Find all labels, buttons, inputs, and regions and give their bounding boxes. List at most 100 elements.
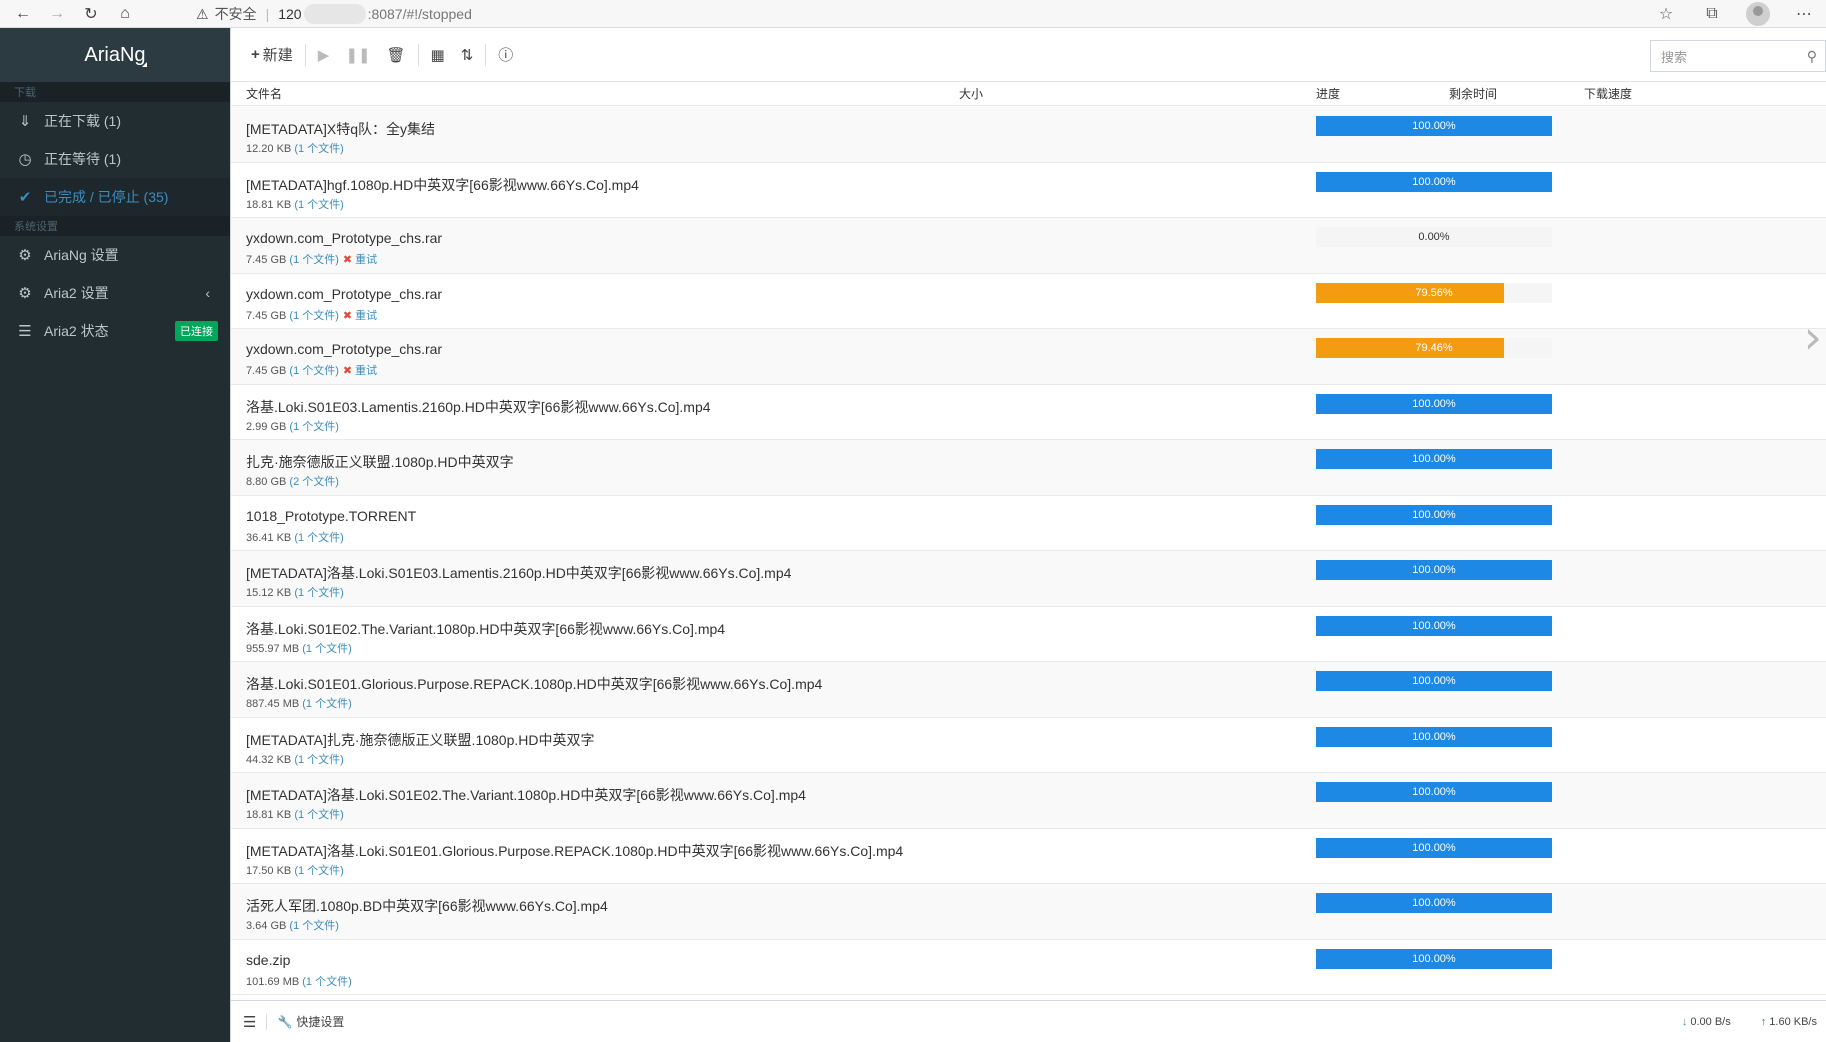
task-size: 955.97 MB (246, 642, 300, 655)
menu-icon[interactable]: ☰ (243, 1013, 256, 1031)
home-icon[interactable]: ⌂ (114, 3, 136, 25)
table-row[interactable]: 活死人军团.1080p.BD中英双字[66影视www.66Ys.Co].mp4 3… (231, 884, 1826, 940)
column-header-speed[interactable]: 下载速度 (1584, 85, 1632, 102)
task-name[interactable]: 活死人军团.1080p.BD中英双字[66影视www.66Ys.Co].mp4 (246, 896, 608, 916)
more-menu-icon[interactable]: ⋯ (1792, 2, 1816, 26)
task-files-link[interactable]: (1 个文件) (302, 698, 352, 710)
sidebar-item-aria2-settings[interactable]: ⚙ Aria2 设置 ‹ (0, 274, 230, 312)
table-row[interactable]: 洛基.Loki.S01E03.Lamentis.2160p.HD中英双字[66影… (231, 385, 1826, 440)
address-bar[interactable]: ⚠ 不安全 | 120 :8087/#!/stopped (196, 3, 1666, 25)
sidebar-item-stopped[interactable]: ✔ 已完成 / 已停止 (35) (0, 178, 230, 216)
table-row[interactable]: [METADATA]洛基.Loki.S01E01.Glorious.Purpos… (231, 829, 1826, 884)
toolbar-divider (417, 43, 419, 66)
task-files-link[interactable]: (1 个文件) (294, 143, 344, 155)
back-icon[interactable]: ← (12, 3, 34, 25)
table-row[interactable]: [METADATA]扎克·施奈德版正义联盟.1080p.HD中英双字 44.32 … (231, 718, 1826, 773)
start-button[interactable]: ▶ (310, 41, 338, 69)
search-icon[interactable]: ⚲ (1807, 48, 1817, 65)
help-button[interactable]: ⓘ (490, 41, 521, 69)
task-name[interactable]: 1018_Prototype.TORRENT (246, 508, 416, 524)
sidebar-item-label: 正在下载 (1) (44, 113, 121, 129)
column-header-size[interactable]: 大小 (959, 85, 983, 102)
quick-settings-button[interactable]: 🔧 快捷设置 (277, 1013, 344, 1030)
retry-link[interactable]: 重试 (355, 254, 377, 266)
column-header-progress[interactable]: 进度 (1316, 85, 1340, 102)
sidebar-item-label: AriaNg 设置 (44, 247, 119, 263)
progress-label: 100.00% (1412, 841, 1456, 854)
task-files-link[interactable]: (1 个文件) (302, 643, 352, 655)
task-name[interactable]: yxdown.com_Prototype_chs.rar (246, 286, 442, 302)
task-files-link[interactable]: (1 个文件) (302, 976, 352, 988)
plus-icon: + (251, 46, 260, 63)
column-header-remaining[interactable]: 剩余时间 (1449, 85, 1497, 102)
task-files-link[interactable]: (1 个文件) (289, 254, 339, 266)
forward-icon[interactable]: → (46, 3, 68, 25)
task-name[interactable]: [METADATA]X特q队：全y集结 (246, 119, 435, 139)
task-files-link[interactable]: (1 个文件) (294, 809, 344, 821)
task-name[interactable]: [METADATA]洛基.Loki.S01E03.Lamentis.2160p.… (246, 563, 791, 583)
task-name[interactable]: [METADATA]扎克·施奈德版正义联盟.1080p.HD中英双字 (246, 730, 594, 750)
table-row[interactable]: [METADATA]X特q队：全y集结 12.20 KB (1 个文件) 100.0… (231, 107, 1826, 163)
security-label: 不安全 (214, 6, 257, 22)
favorite-icon[interactable]: ☆ (1654, 2, 1678, 26)
table-row[interactable]: 1018_Prototype.TORRENT 36.41 KB (1 个文件) 10… (231, 496, 1826, 551)
column-header-name[interactable]: 文件名 (246, 85, 282, 102)
task-name[interactable]: sde.zip (246, 952, 290, 968)
task-name[interactable]: yxdown.com_Prototype_chs.rar (246, 230, 442, 246)
delete-button[interactable]: 🗑 (378, 41, 413, 69)
new-task-button[interactable]: + 新建 (243, 41, 301, 69)
sidebar-item-downloading[interactable]: ⇓ 正在下载 (1) (0, 102, 230, 140)
task-files-link[interactable]: (1 个文件) (294, 587, 344, 599)
task-name[interactable]: [METADATA]hgf.1080p.HD中英双字[66影视www.66Ys.… (246, 175, 639, 195)
table-row[interactable]: [METADATA]洛基.Loki.S01E02.The.Variant.108… (231, 773, 1826, 829)
error-x-icon: ✖ (342, 309, 353, 322)
task-name[interactable]: 洛基.Loki.S01E02.The.Variant.1080p.HD中英双字[… (246, 619, 725, 639)
task-files-link[interactable]: (1 个文件) (294, 754, 344, 766)
table-row[interactable]: sde.zip 101.69 MB (1 个文件) 100.00% (231, 940, 1826, 995)
task-meta: 7.45 GB (1 个文件) ✖ 重试 (246, 307, 377, 323)
task-name[interactable]: [METADATA]洛基.Loki.S01E02.The.Variant.108… (246, 785, 806, 805)
task-files-link[interactable]: (1 个文件) (294, 865, 344, 877)
profile-avatar[interactable] (1746, 2, 1770, 26)
table-header: 文件名 大小 进度 剩余时间 下载速度 (231, 82, 1826, 106)
task-files-link[interactable]: (2 个文件) (289, 476, 339, 488)
task-files-link[interactable]: (1 个文件) (289, 310, 339, 322)
table-row[interactable]: 洛基.Loki.S01E01.Glorious.Purpose.REPACK.1… (231, 662, 1826, 718)
task-name[interactable]: yxdown.com_Prototype_chs.rar (246, 341, 442, 357)
sidebar-item-label: 已完成 / 已停止 (35) (44, 189, 169, 205)
search-input[interactable]: 搜索 ⚲ (1650, 40, 1826, 72)
task-files-link[interactable]: (1 个文件) (289, 920, 339, 932)
table-row[interactable]: [METADATA]洛基.Loki.S01E03.Lamentis.2160p.… (231, 551, 1826, 607)
task-files-link[interactable]: (1 个文件) (294, 199, 344, 211)
sidebar-item-waiting[interactable]: ◷ 正在等待 (1) (0, 140, 230, 178)
sidebar-item-aria2-status[interactable]: ☰ Aria2 状态 已连接 (0, 312, 230, 350)
task-name[interactable]: 扎克·施奈德版正义联盟.1080p.HD中英双字 (246, 452, 514, 472)
task-size: 7.45 GB (246, 309, 287, 322)
progress-bar: 100.00% (1316, 116, 1552, 136)
sidebar-item-ariang-settings[interactable]: ⚙ AriaNg 设置 (0, 236, 230, 274)
retry-link[interactable]: 重试 (355, 310, 377, 322)
task-files-link[interactable]: (1 个文件) (294, 532, 344, 544)
task-files-link[interactable]: (1 个文件) (289, 421, 339, 433)
table-row[interactable]: yxdown.com_Prototype_chs.rar 7.45 GB (1 个… (231, 274, 1826, 329)
brand-title: AriaNg (84, 43, 146, 66)
table-row[interactable]: yxdown.com_Prototype_chs.rar 7.45 GB (1 个… (231, 329, 1826, 385)
table-row[interactable]: 扎克·施奈德版正义联盟.1080p.HD中英双字 8.80 GB (2 个文件) 1… (231, 440, 1826, 496)
sort-button[interactable]: ⇅ (453, 41, 482, 69)
table-row[interactable]: yxdown.com_Prototype_chs.rar 7.45 GB (1 个… (231, 218, 1826, 274)
collections-icon[interactable]: ⧉ (1700, 2, 1724, 26)
task-meta: 18.81 KB (1 个文件) (246, 196, 344, 212)
select-all-button[interactable]: ▦ (423, 41, 453, 69)
progress-label: 100.00% (1412, 120, 1456, 132)
table-row[interactable]: 洛基.Loki.S01E02.The.Variant.1080p.HD中英双字[… (231, 607, 1826, 662)
task-name[interactable]: 洛基.Loki.S01E03.Lamentis.2160p.HD中英双字[66影… (246, 397, 711, 417)
brand-logo[interactable]: AriaNg (0, 28, 230, 82)
task-name[interactable]: [METADATA]洛基.Loki.S01E01.Glorious.Purpos… (246, 841, 903, 861)
chevron-right-icon[interactable]: › (1804, 310, 1822, 364)
reload-icon[interactable]: ↻ (80, 3, 102, 25)
pause-button[interactable]: ❚❚ (337, 41, 378, 69)
task-name[interactable]: 洛基.Loki.S01E01.Glorious.Purpose.REPACK.1… (246, 674, 822, 694)
retry-link[interactable]: 重试 (355, 365, 377, 377)
task-files-link[interactable]: (1 个文件) (289, 365, 339, 377)
table-row[interactable]: [METADATA]hgf.1080p.HD中英双字[66影视www.66Ys.… (231, 163, 1826, 218)
